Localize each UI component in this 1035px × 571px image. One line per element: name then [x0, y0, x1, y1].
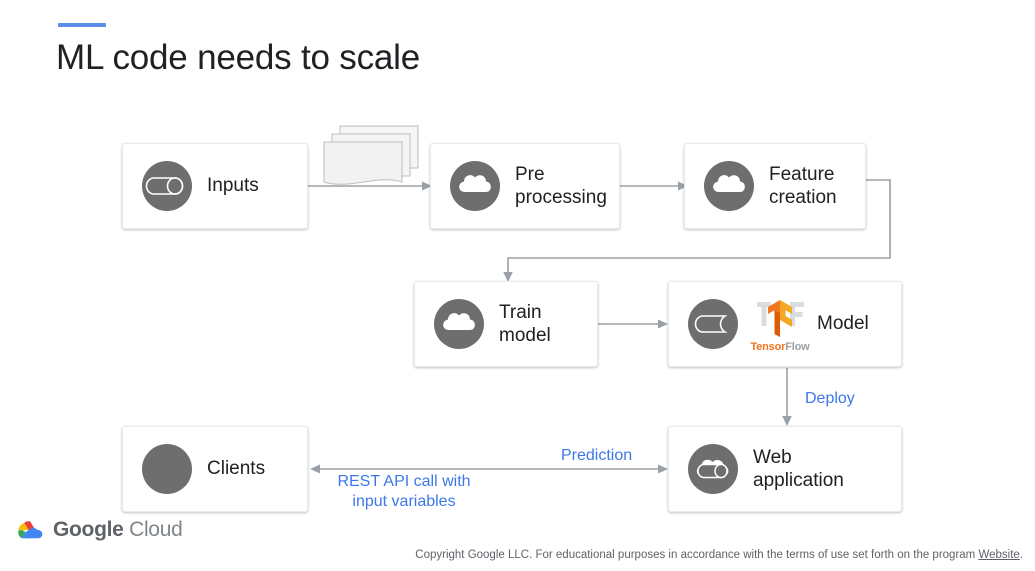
slide-canvas: ML code needs to scale Inputs Pre proces…: [0, 0, 1035, 571]
google-cloud-wordmark: Google Cloud: [53, 518, 183, 542]
node-pre-processing[interactable]: Pre processing: [430, 143, 620, 229]
model-cylinder-icon: [683, 294, 743, 354]
cloud-icon: [429, 294, 489, 354]
node-label-feature-creation: Feature creation: [769, 163, 837, 208]
node-label-clients: Clients: [207, 458, 266, 480]
tensorflow-wordmark: TensorFlow: [749, 341, 811, 353]
node-model[interactable]: TensorFlow Model: [668, 281, 902, 367]
node-web-application[interactable]: Web application: [668, 426, 902, 512]
connector-train-to-model: [598, 316, 672, 332]
program-website-link[interactable]: Website: [978, 549, 1019, 561]
connector-model-to-webapp: [779, 368, 795, 428]
google-cloud-logo: Google Cloud: [16, 518, 183, 542]
node-feature-creation[interactable]: Feature creation: [684, 143, 866, 229]
edge-label-prediction: Prediction: [561, 447, 633, 464]
node-clients[interactable]: Clients: [122, 426, 308, 512]
tensorflow-logo: TensorFlow: [749, 296, 811, 353]
brand-google: Google: [53, 518, 124, 541]
node-label-train-model: Train model: [499, 301, 551, 346]
cloud-icon: [445, 156, 505, 216]
node-inputs[interactable]: Inputs: [122, 143, 308, 229]
cloud-icon: [699, 156, 759, 216]
edge-label-rest-api-call: REST API call with input variables: [337, 473, 471, 510]
node-label-pre-processing: Pre processing: [515, 163, 607, 208]
tensorflow-word-flow: Flow: [785, 341, 810, 353]
edge-label-deploy: Deploy: [805, 390, 855, 407]
brand-cloud: Cloud: [129, 518, 183, 541]
solid-circle-icon: [137, 439, 197, 499]
google-cloud-mark-icon: [18, 521, 43, 539]
tensorflow-word-tensor: Tensor: [750, 341, 786, 353]
copyright-text-after: .: [1019, 549, 1023, 561]
title-accent-bar: [58, 23, 106, 27]
node-label-model: Model: [817, 313, 869, 335]
copyright-notice: Copyright Google LLC. For educational pu…: [0, 549, 1023, 561]
node-label-inputs: Inputs: [207, 175, 259, 197]
documents-stack-icon: [322, 124, 420, 190]
database-cylinder-icon: [137, 156, 197, 216]
page-title: ML code needs to scale: [56, 38, 420, 77]
cloud-cylinder-icon: [683, 439, 743, 499]
node-label-web-application: Web application: [753, 446, 844, 491]
copyright-text-before: Copyright Google LLC. For educational pu…: [415, 549, 979, 561]
node-train-model[interactable]: Train model: [414, 281, 598, 367]
